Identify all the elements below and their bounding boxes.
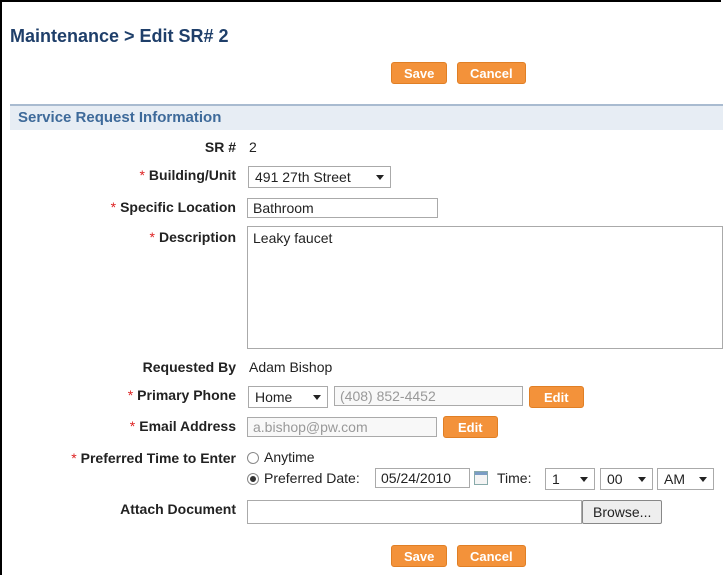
phone-type-value: Home <box>255 389 293 405</box>
building-label: * Building/Unit <box>139 167 236 183</box>
preferred-time-label: * Preferred Time to Enter <box>71 450 236 466</box>
chevron-down-icon <box>580 477 588 482</box>
edit-phone-button[interactable]: Edit <box>529 386 584 408</box>
phone-type-select[interactable]: Home <box>248 386 328 408</box>
minute-value: 00 <box>607 471 623 487</box>
sr-label: SR # <box>204 139 236 155</box>
sr-value: 2 <box>249 139 257 155</box>
ampm-value: AM <box>664 471 685 487</box>
building-label-text: Building/Unit <box>148 167 236 183</box>
location-input[interactable]: Bathroom <box>247 198 438 218</box>
email-input[interactable]: a.bishop@pw.com <box>247 417 437 437</box>
description-label: * Description <box>150 229 236 245</box>
save-button-top[interactable]: Save <box>391 62 448 84</box>
required-mark: * <box>129 418 136 434</box>
browse-button[interactable]: Browse... <box>582 500 663 524</box>
hour-value: 1 <box>552 471 560 487</box>
calendar-icon[interactable] <box>474 471 488 485</box>
section-title: Service Request Information <box>18 109 222 126</box>
description-label-text: Description <box>158 229 236 245</box>
ampm-select[interactable]: AM <box>657 468 714 490</box>
phone-label: * Primary Phone <box>128 387 236 403</box>
chevron-down-icon <box>376 175 384 180</box>
chevron-down-icon <box>699 477 707 482</box>
required-mark: * <box>139 167 145 183</box>
email-label: * Email Address <box>130 418 236 434</box>
anytime-radio[interactable] <box>247 452 259 464</box>
required-mark: * <box>71 450 77 466</box>
anytime-label: Anytime <box>264 449 315 465</box>
breadcrumb: Maintenance > Edit SR# 2 <box>10 26 229 46</box>
chevron-down-icon <box>638 477 646 482</box>
section-header: Service Request Information <box>10 104 723 130</box>
required-mark: * <box>149 229 155 245</box>
requested-by-value: Adam Bishop <box>249 359 333 375</box>
cancel-button-top[interactable]: Cancel <box>457 62 526 84</box>
preferred-time-label-text: Preferred Time to Enter <box>80 450 236 466</box>
hour-select[interactable]: 1 <box>545 468 595 490</box>
minute-select[interactable]: 00 <box>600 468 653 490</box>
save-button-bottom[interactable]: Save <box>391 545 448 567</box>
description-textarea[interactable]: Leaky faucet <box>247 226 723 349</box>
email-label-text: Email Address <box>139 418 236 434</box>
edit-email-button[interactable]: Edit <box>443 416 498 438</box>
preferred-date-label: Preferred Date: <box>264 470 360 486</box>
requested-by-label: Requested By <box>142 359 236 375</box>
required-mark: * <box>127 387 134 403</box>
phone-input[interactable]: (408) 852-4452 <box>334 386 523 406</box>
attach-label: Attach Document <box>120 501 236 517</box>
preferred-date-input[interactable]: 05/24/2010 <box>375 468 470 488</box>
cancel-button-bottom[interactable]: Cancel <box>457 545 526 567</box>
chevron-down-icon <box>313 395 321 400</box>
building-select[interactable]: 491 27th Street <box>248 166 391 188</box>
location-label-text: Specific Location <box>120 199 236 215</box>
phone-label-text: Primary Phone <box>137 387 236 403</box>
attach-file-input[interactable] <box>247 500 582 524</box>
building-select-value: 491 27th Street <box>255 169 351 185</box>
preferred-date-radio[interactable] <box>247 473 259 485</box>
required-mark: * <box>110 199 117 215</box>
time-label: Time: <box>497 470 532 486</box>
location-label: * Specific Location <box>111 199 236 215</box>
